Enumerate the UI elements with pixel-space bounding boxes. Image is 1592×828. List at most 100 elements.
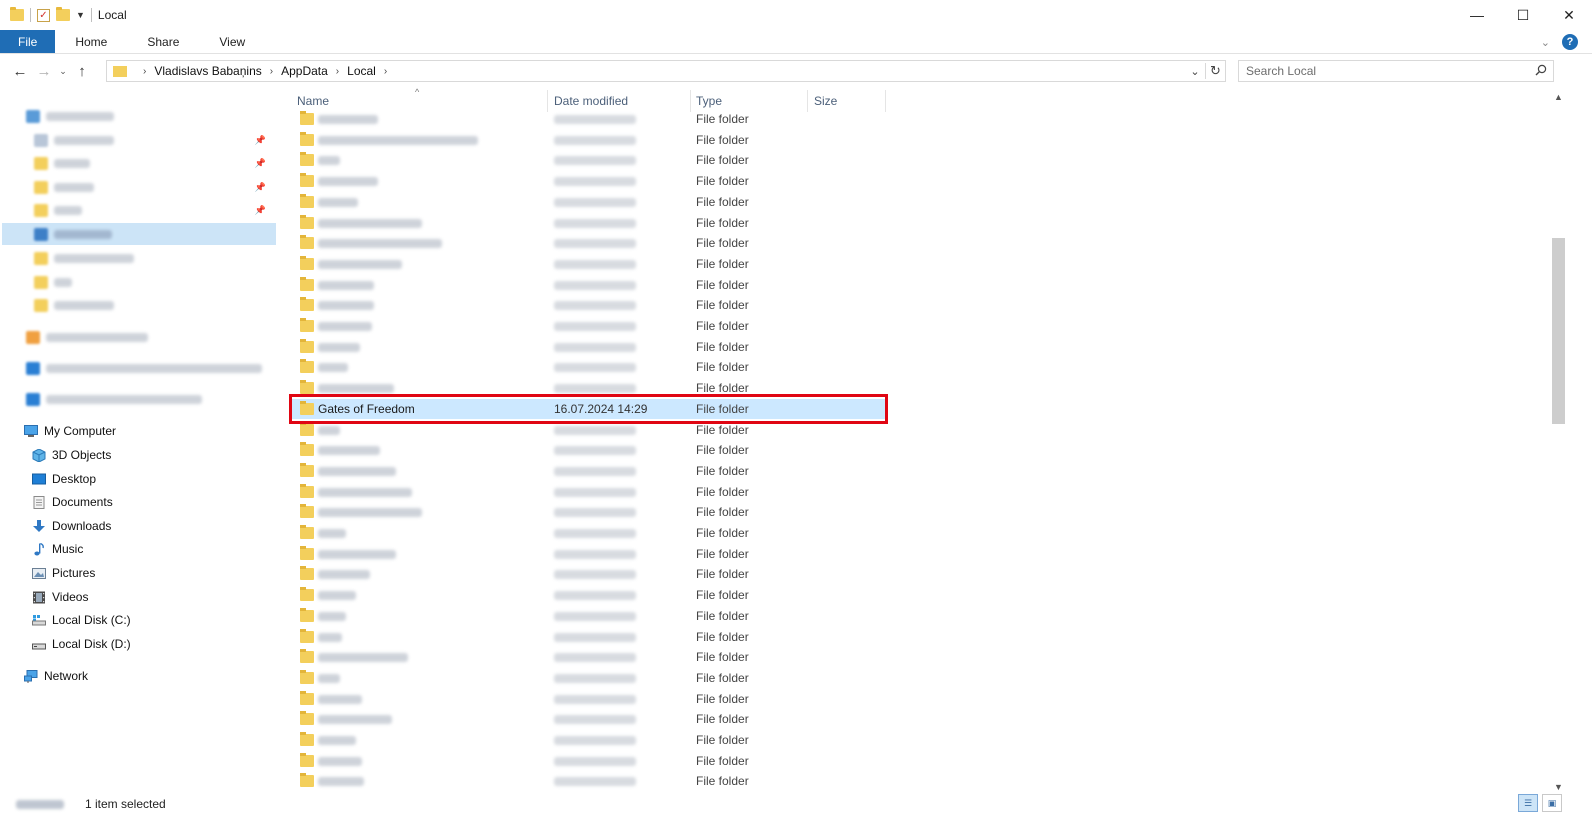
scroll-up-arrow-icon[interactable]: ▲ (1550, 92, 1567, 102)
breadcrumb-chevron-icon[interactable]: › (143, 66, 146, 77)
file-row[interactable]: File folder (290, 544, 886, 564)
nav-item-network[interactable]: Network (24, 665, 88, 687)
file-name-obscured (318, 611, 346, 621)
file-row[interactable]: File folder (290, 751, 886, 771)
file-row[interactable]: File folder (290, 254, 886, 274)
nav-item-pictures[interactable]: Pictures (32, 562, 95, 584)
expand-ribbon-chevron-icon[interactable]: ⌄ (1541, 36, 1550, 49)
onedrive-cloud-icon (26, 392, 40, 406)
nav-item-quick-access[interactable] (26, 105, 114, 127)
file-row[interactable]: File folder (290, 316, 886, 336)
file-row[interactable]: File folder (290, 130, 886, 150)
forward-arrow-icon[interactable]: → (32, 63, 56, 80)
file-row[interactable]: File folder (290, 337, 886, 357)
nav-item-3d-objects[interactable]: 3D Objects (32, 444, 111, 466)
breadcrumb-local[interactable]: Local (347, 64, 376, 78)
file-row[interactable]: File folder (290, 150, 886, 170)
file-date-obscured (554, 715, 636, 725)
file-row[interactable]: File folder (290, 275, 886, 295)
tab-file[interactable]: File (0, 30, 56, 53)
file-row[interactable]: File folder (290, 606, 886, 626)
file-row[interactable]: File folder (290, 564, 886, 584)
nav-item-videos[interactable]: Videos (32, 586, 88, 608)
customize-toolbar-chevron-icon[interactable]: ▼ (76, 10, 85, 20)
file-date-obscured (554, 632, 636, 642)
vertical-scrollbar[interactable]: ▲ ▼ (1550, 90, 1567, 794)
scrollbar-thumb[interactable] (1552, 238, 1565, 424)
file-row[interactable]: File folder (290, 668, 886, 688)
search-box[interactable] (1238, 60, 1554, 82)
file-row[interactable]: File folder (290, 771, 886, 791)
view-switcher: ☰ ▣ (1518, 794, 1562, 812)
file-row[interactable]: File folder (290, 461, 886, 481)
nav-item-recent[interactable] (34, 247, 134, 269)
file-row[interactable]: File folder (290, 709, 886, 729)
scroll-down-arrow-icon[interactable]: ▼ (1550, 782, 1567, 792)
maximize-button[interactable]: ☐ (1500, 0, 1546, 30)
obscured-text (46, 363, 262, 373)
large-icons-view-icon[interactable]: ▣ (1542, 794, 1562, 812)
address-bar[interactable]: › Vladislavs Babaņins › AppData › Local … (106, 60, 1226, 82)
nav-item-pinned[interactable]: 📌 (34, 152, 274, 174)
nav-item-music[interactable]: Music (32, 538, 83, 560)
breadcrumb-chevron-icon[interactable]: › (270, 66, 273, 77)
nav-item-desktop[interactable]: Desktop (32, 468, 96, 490)
tab-share[interactable]: Share (127, 30, 199, 53)
close-button[interactable]: ✕ (1546, 0, 1592, 30)
nav-item-recent[interactable] (34, 294, 114, 316)
file-row[interactable]: File folder (290, 647, 886, 667)
file-row[interactable]: File folder (290, 730, 886, 750)
file-row[interactable]: File folder (290, 502, 886, 522)
file-row[interactable]: File folder (290, 357, 886, 377)
item-count-obscured (16, 800, 64, 809)
up-arrow-icon[interactable]: ↑ (70, 63, 94, 80)
nav-item-cloud[interactable] (26, 326, 148, 348)
file-date-obscured (554, 384, 636, 394)
tab-view[interactable]: View (199, 30, 265, 53)
nav-item-downloads[interactable]: Downloads (32, 515, 111, 537)
file-row[interactable]: File folder (290, 192, 886, 212)
breadcrumb-user[interactable]: Vladislavs Babaņins (154, 64, 261, 78)
nav-item-pinned[interactable]: 📌 (34, 176, 274, 198)
file-name-obscured (318, 715, 392, 725)
help-icon[interactable]: ? (1562, 34, 1578, 50)
file-row[interactable]: File folder (290, 233, 886, 253)
nav-item-documents[interactable]: Documents (32, 491, 113, 513)
address-history-chevron-icon[interactable]: ⌄ (1185, 65, 1205, 78)
breadcrumb-appdata[interactable]: AppData (281, 64, 328, 78)
breadcrumb-chevron-icon[interactable]: › (336, 66, 339, 77)
back-arrow-icon[interactable]: ← (8, 63, 32, 80)
properties-check-icon[interactable]: ✓ (37, 8, 50, 22)
file-row[interactable]: File folder (290, 171, 886, 191)
file-type: File folder (696, 360, 749, 375)
drive-icon (32, 614, 46, 625)
breadcrumb-chevron-icon[interactable]: › (384, 66, 387, 77)
nav-item-my-computer[interactable]: My Computer (24, 420, 116, 442)
nav-item-local-disk-d[interactable]: Local Disk (D:) (32, 633, 131, 655)
nav-item-local-disk-c[interactable]: Local Disk (C:) (32, 609, 131, 631)
details-view-icon[interactable]: ☰ (1518, 794, 1538, 812)
file-row[interactable]: File folder (290, 523, 886, 543)
file-row[interactable]: File folder (290, 627, 886, 647)
nav-item-onedrive[interactable] (26, 388, 202, 410)
file-row[interactable]: File folder (290, 585, 886, 605)
tab-home[interactable]: Home (55, 30, 127, 53)
minimize-button[interactable]: — (1454, 0, 1500, 30)
new-folder-icon[interactable] (56, 7, 70, 21)
search-input[interactable] (1239, 64, 1519, 78)
file-row[interactable]: File folder (290, 689, 886, 709)
refresh-icon[interactable]: ↻ (1205, 63, 1225, 79)
nav-item-pinned[interactable]: 📌 (34, 129, 274, 151)
file-row[interactable]: File folder (290, 482, 886, 502)
file-row[interactable]: File folder (290, 295, 886, 315)
nav-item-recent[interactable] (34, 271, 72, 293)
file-name-obscured (318, 694, 362, 704)
file-row[interactable]: File folder (290, 440, 886, 460)
file-row[interactable]: File folder (290, 213, 886, 233)
nav-item-recent[interactable] (34, 223, 112, 245)
nav-item-onedrive[interactable] (26, 357, 262, 379)
recent-locations-chevron-icon[interactable]: ⌄ (56, 66, 70, 77)
search-icon[interactable] (1535, 64, 1547, 76)
nav-item-pinned[interactable]: 📌 (34, 199, 274, 221)
file-row[interactable]: File folder (290, 109, 886, 129)
